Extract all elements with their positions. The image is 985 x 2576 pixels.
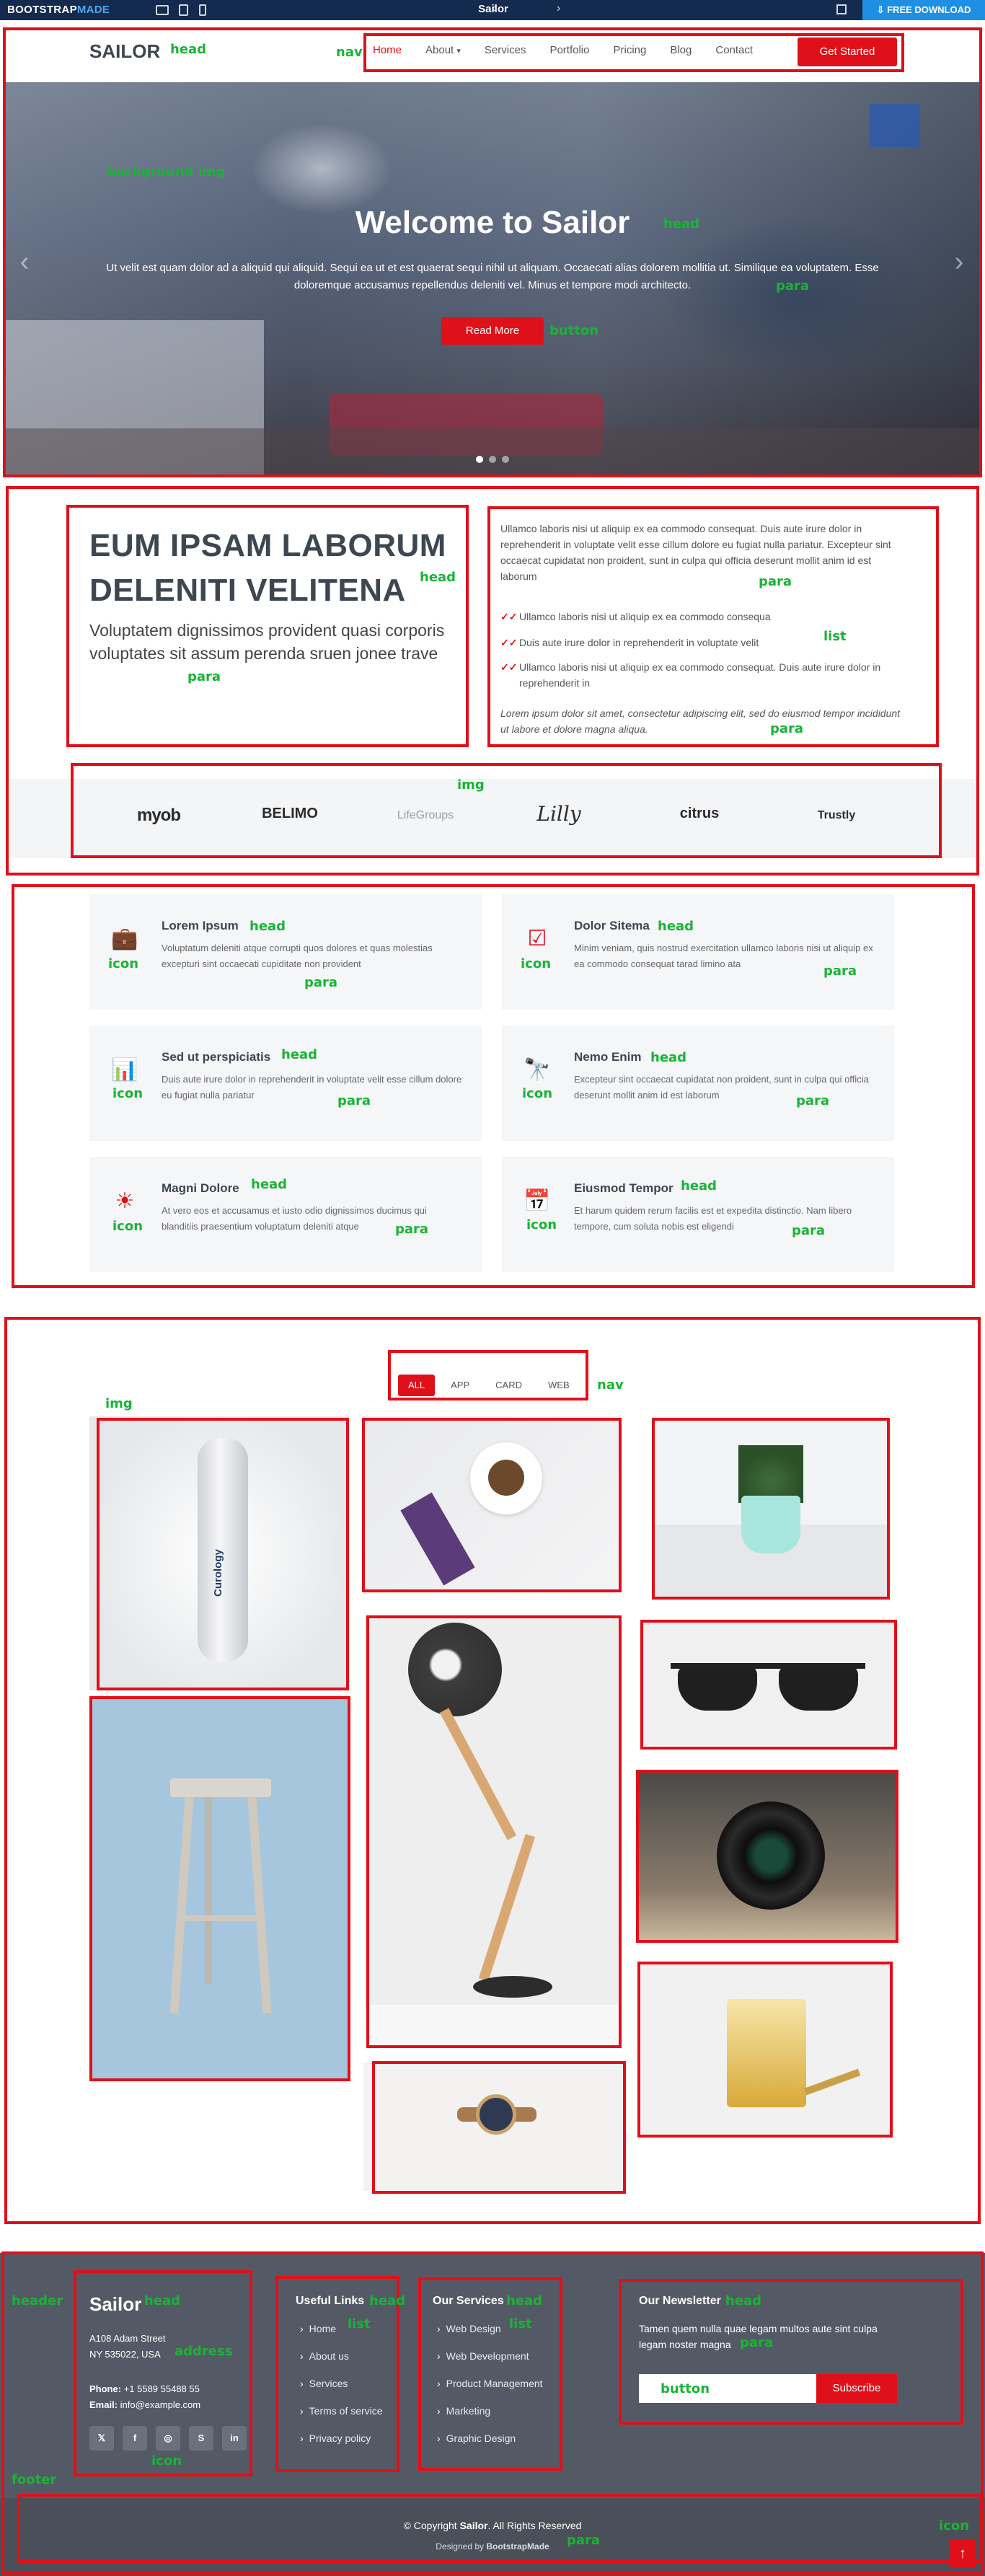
annotation-label: head [658, 919, 694, 934]
annotation-box [3, 27, 982, 477]
annotation-label: icon [522, 1086, 553, 1101]
annotation-label: head [420, 570, 456, 585]
tablet-view-icon[interactable] [179, 4, 188, 16]
external-link-icon[interactable] [836, 4, 847, 14]
annotation-label: icon [526, 1217, 557, 1232]
annotation-box [640, 1620, 897, 1750]
annotation-label: list [509, 2316, 532, 2332]
annotation-label: head [663, 216, 700, 231]
download-label: FREE DOWNLOAD [887, 4, 971, 15]
annotation-label: button [661, 2381, 710, 2396]
annotation-label: head [170, 42, 207, 57]
annotation-box [372, 2061, 626, 2194]
annotation-label: para [776, 278, 810, 294]
annotation-box [12, 884, 975, 1288]
annotation-label: head [506, 2293, 543, 2308]
annotation-label: para [770, 721, 804, 736]
annotation-label: icon [939, 2518, 970, 2533]
annotation-box [66, 505, 469, 747]
annotation-label: head [725, 2293, 762, 2308]
preview-bar: BOOTSTRAPMADE ‹ Sailor › ⇩ FREE DOWNLOAD [0, 0, 985, 20]
annotation-label: nav [597, 1377, 624, 1393]
logo-part-b: MADE [76, 4, 110, 16]
annotation-label: para [740, 2335, 774, 2350]
free-download-button[interactable]: ⇩ FREE DOWNLOAD [862, 0, 985, 20]
annotation-label: img [457, 777, 485, 793]
annotation-box [71, 763, 942, 858]
annotation-label: icon [151, 2453, 182, 2469]
annotation-label: icon [521, 956, 552, 971]
annotation-label: para [304, 975, 338, 990]
annotation-label: header [12, 2293, 63, 2308]
annotation-label: head [650, 1050, 687, 1065]
bootstrapmade-logo[interactable]: BOOTSTRAPMADE [7, 4, 110, 16]
annotation-label: para [823, 963, 857, 979]
annotation-label: nav [336, 45, 363, 60]
annotation-label: img [105, 1396, 133, 1411]
mobile-view-icon[interactable] [199, 4, 206, 16]
annotation-box [619, 2279, 963, 2425]
annotation-label: head [681, 1178, 717, 1194]
desktop-view-icon[interactable] [156, 5, 169, 15]
annotation-label: head [144, 2293, 181, 2308]
annotation-box [366, 1615, 622, 2048]
annotation-box [388, 1350, 588, 1401]
annotation-box [487, 506, 939, 747]
annotation-box [89, 1696, 350, 2081]
annotation-label: head [251, 1177, 288, 1192]
theme-title: Sailor [478, 3, 508, 15]
annotation-box [97, 1418, 349, 1690]
annotation-label: list [348, 2316, 371, 2332]
annotation-box [363, 33, 904, 72]
annotation-box [17, 2494, 982, 2563]
annotation-label: para [187, 669, 221, 684]
annotation-label: icon [112, 1086, 143, 1101]
annotation-box [652, 1418, 890, 1600]
annotation-label: address [175, 2344, 233, 2359]
annotation-box [637, 1962, 893, 2138]
annotation-label: head [281, 1047, 318, 1062]
annotation-label: para [337, 1093, 371, 1108]
annotation-label: button [549, 323, 599, 338]
annotation-label: list [823, 629, 847, 644]
annotation-label: para [395, 1222, 429, 1237]
annotation-label: icon [108, 956, 139, 971]
annotation-label: background img [107, 164, 226, 180]
annotation-label: para [792, 1223, 826, 1238]
annotation-label: footer [12, 2472, 57, 2487]
annotation-label: head [369, 2293, 406, 2308]
annotation-label: head [249, 919, 286, 934]
download-icon: ⇩ [876, 4, 888, 15]
annotation-label: icon [112, 1219, 143, 1234]
annotation-box [362, 1418, 622, 1592]
annotation-label: para [796, 1093, 830, 1108]
logo-part-a: BOOTSTRAP [7, 4, 77, 16]
annotation-label: para [567, 2533, 601, 2548]
annotation-box [636, 1770, 898, 1943]
annotation-label: para [759, 574, 792, 589]
next-theme-icon[interactable]: › [557, 2, 560, 15]
